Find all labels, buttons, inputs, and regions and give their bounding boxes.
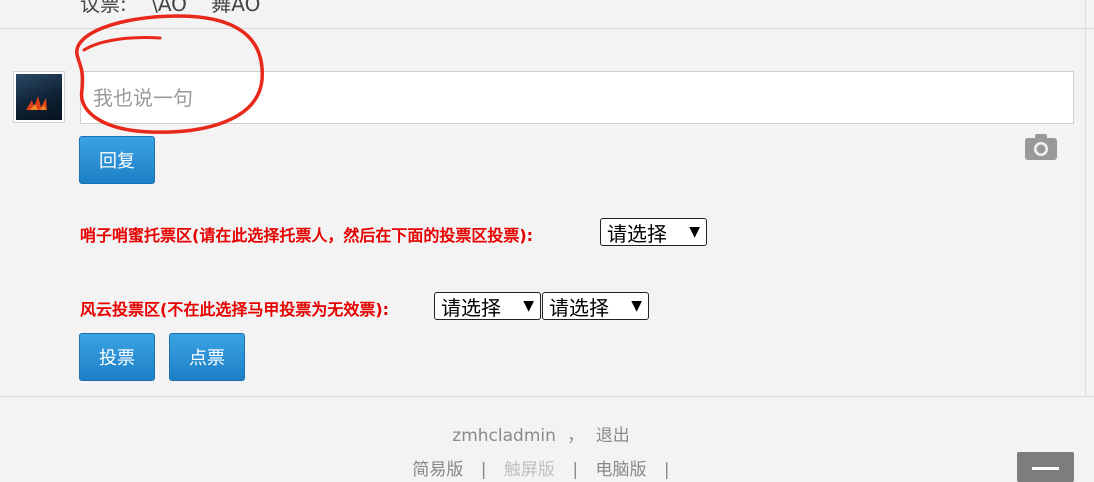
vote-button[interactable]: 投票: [79, 333, 155, 381]
chevron-down-icon: ▼: [523, 298, 534, 314]
select-value: 请选择: [441, 295, 501, 320]
vote-summary-row: 议票: \AO 舞AO: [80, 0, 278, 17]
reply-input[interactable]: [80, 71, 1074, 124]
avatar[interactable]: [13, 71, 65, 123]
chevron-down-icon: ▼: [631, 298, 642, 314]
reply-button[interactable]: 回复: [79, 136, 155, 184]
click-vote-button[interactable]: 点票: [169, 333, 245, 381]
username-link[interactable]: zmhcladmin: [452, 426, 556, 446]
footer-user-row: zmhcladmin ， 退出: [0, 421, 1082, 446]
simple-version-link[interactable]: 简易版: [412, 460, 463, 480]
chevron-down-icon: ▼: [689, 224, 700, 240]
vote-select-1[interactable]: 请选择 ▼: [434, 292, 541, 320]
main-vote-label: 风云投票区(不在此选择马甲投票为无效票):: [80, 300, 390, 319]
vote-summary-item: 舞AO: [211, 0, 261, 16]
page-right-border: [1085, 0, 1086, 395]
vote-select-2[interactable]: 请选择 ▼: [542, 292, 649, 320]
vote-summary-item: \AO: [151, 0, 187, 16]
menu-icon: [1032, 467, 1059, 470]
divider: [0, 28, 1094, 29]
desktop-version-link[interactable]: 电脑版: [595, 460, 646, 480]
vote-summary-label: 议票:: [80, 0, 127, 16]
comma: ，: [567, 426, 585, 446]
separator: |: [572, 460, 579, 480]
select-value: 请选择: [607, 221, 667, 246]
logout-link[interactable]: 退出: [596, 426, 630, 446]
camera-icon[interactable]: [1024, 133, 1058, 161]
footer-links: 简易版 | 触屏版 | 电脑版 |: [0, 455, 1094, 480]
proxy-vote-label: 哨子哨蜜托票区(请在此选择托票人，然后在下面的投票区投票):: [80, 226, 534, 245]
touch-version-link[interactable]: 触屏版: [504, 460, 555, 480]
avatar-image: [16, 74, 62, 120]
separator: |: [480, 460, 487, 480]
select-value: 请选择: [549, 295, 609, 320]
divider: [0, 396, 1094, 397]
separator: |: [663, 460, 670, 480]
menu-toggle-button[interactable]: [1017, 452, 1074, 482]
proxy-voter-select[interactable]: 请选择 ▼: [600, 218, 707, 246]
